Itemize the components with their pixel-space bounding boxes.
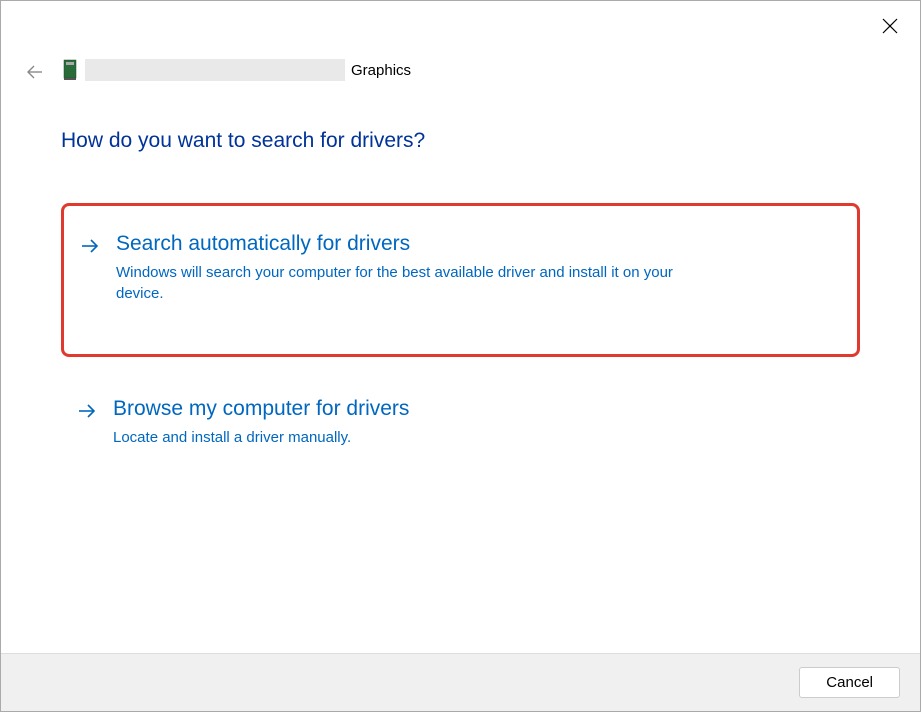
option-title: Browse my computer for drivers [113,397,844,421]
redacted-device-text [85,59,345,81]
dialog-footer: Cancel [1,653,920,711]
back-button[interactable] [23,61,47,85]
device-header: Graphics [61,59,411,81]
option-search-automatically[interactable]: Search automatically for drivers Windows… [61,203,860,357]
close-icon [882,18,898,37]
arrow-right-icon [80,236,100,261]
option-description: Windows will search your computer for th… [116,262,716,304]
option-browse-computer[interactable]: Browse my computer for drivers Locate an… [61,377,860,476]
arrow-right-icon [77,401,97,426]
close-button[interactable] [874,11,906,43]
option-description: Locate and install a driver manually. [113,427,713,448]
option-title: Search automatically for drivers [116,232,841,256]
back-arrow-icon [26,63,44,84]
device-name-text: Graphics [351,62,411,79]
page-heading: How do you want to search for drivers? [61,129,860,153]
graphics-card-icon [61,59,79,81]
cancel-button[interactable]: Cancel [799,667,900,698]
